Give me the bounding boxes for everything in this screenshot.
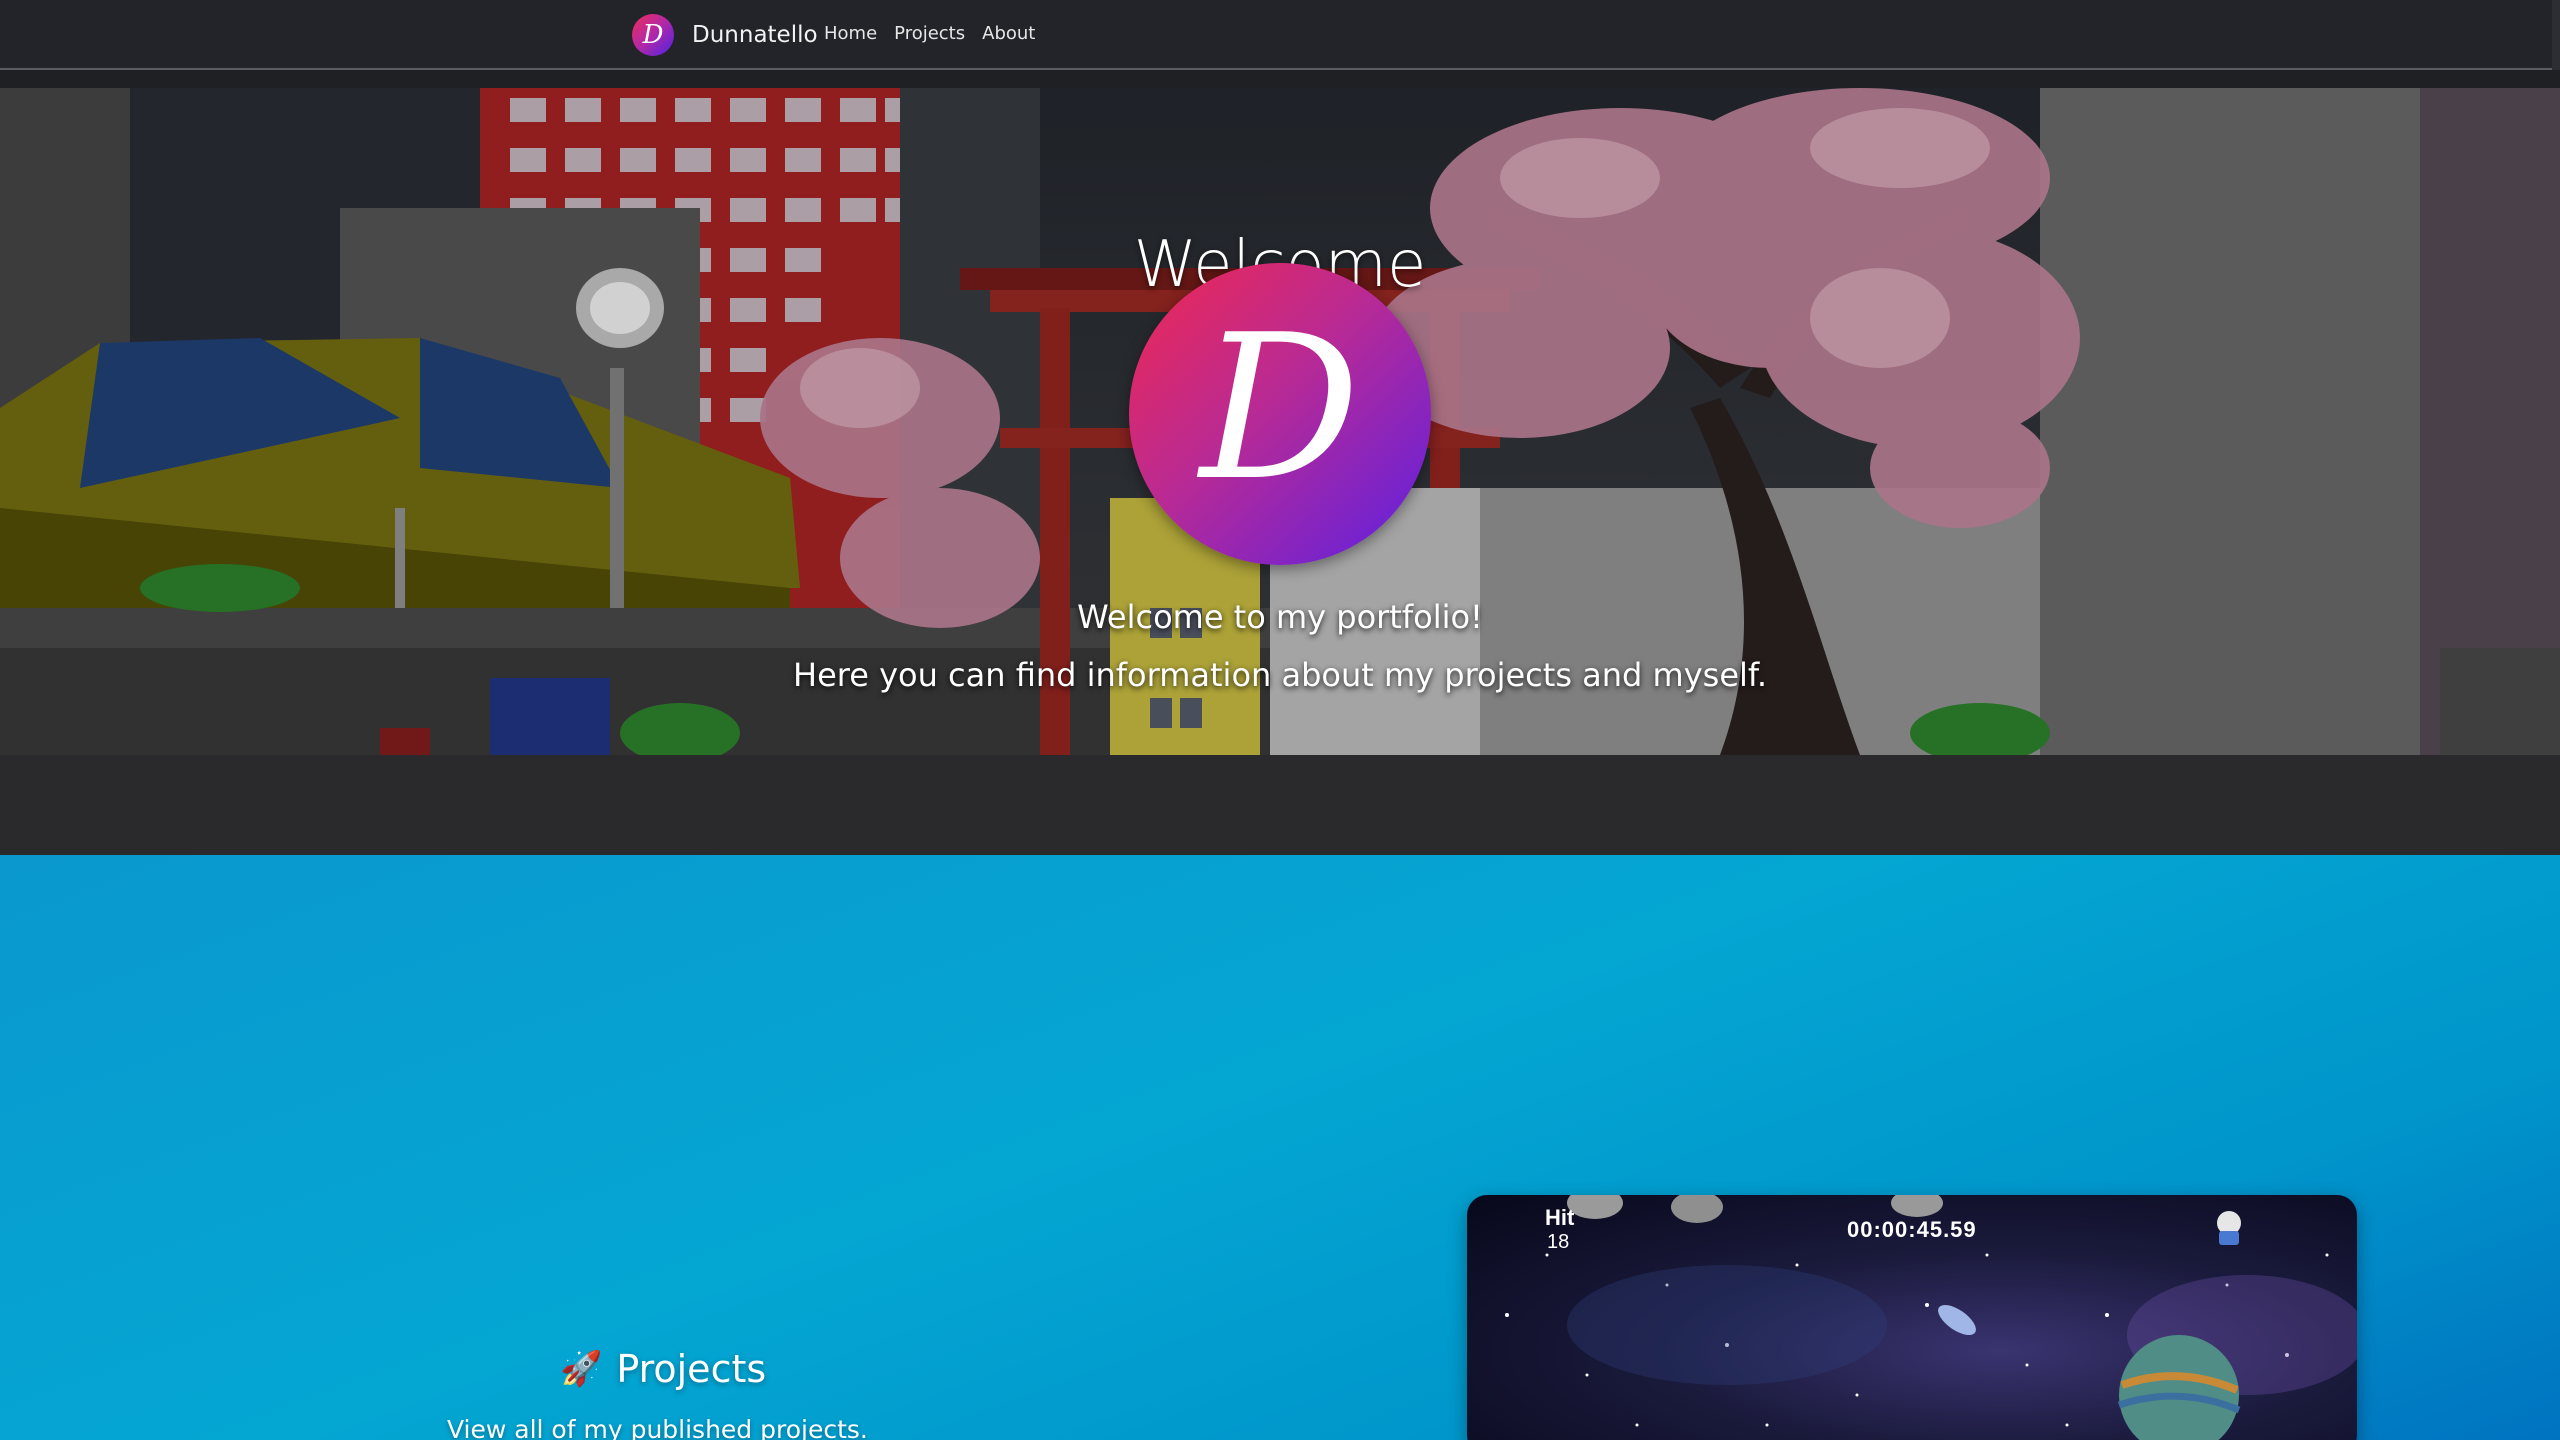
brand-name: Dunnatello	[692, 22, 818, 48]
hud-timer: 00:00:45.59	[1847, 1217, 1977, 1242]
rocket-icon: 🚀	[560, 1349, 603, 1389]
nav-link-home[interactable]: Home	[824, 23, 877, 44]
brand-logo: D	[632, 14, 674, 56]
brand[interactable]: D Dunnatello	[632, 14, 818, 56]
navbar: D Dunnatello Home Projects About	[0, 0, 2560, 70]
hero-welcome-text: Welcome to my portfolio!	[1077, 598, 1483, 636]
projects-description: View all of my published projects.	[447, 1415, 868, 1440]
hero-logo: D	[1129, 263, 1431, 565]
hud-hit-label: Hit	[1545, 1205, 1575, 1230]
nav-link-projects[interactable]: Projects	[894, 23, 965, 44]
hud-hit-count: 18	[1547, 1231, 1570, 1253]
projects-title: Projects	[616, 1347, 767, 1391]
scrollbar[interactable]	[2552, 0, 2560, 70]
game-preview[interactable]: Hit 18 00:00:45.59	[1467, 1195, 2357, 1440]
nav-links: Home Projects About	[824, 23, 1035, 44]
nav-link-about[interactable]: About	[982, 23, 1035, 44]
hero-intro-text: Here you can find information about my p…	[793, 656, 1767, 694]
projects-section: 🚀 Projects View all of my published proj…	[0, 855, 2560, 1440]
projects-heading[interactable]: 🚀 Projects	[560, 1347, 766, 1391]
section-divider	[0, 755, 2560, 855]
brand-initial: D	[642, 20, 664, 50]
hero-logo-letter: D	[1199, 292, 1361, 525]
hero-section: Welcome D Welcome to my portfolio! Here …	[0, 88, 2560, 755]
